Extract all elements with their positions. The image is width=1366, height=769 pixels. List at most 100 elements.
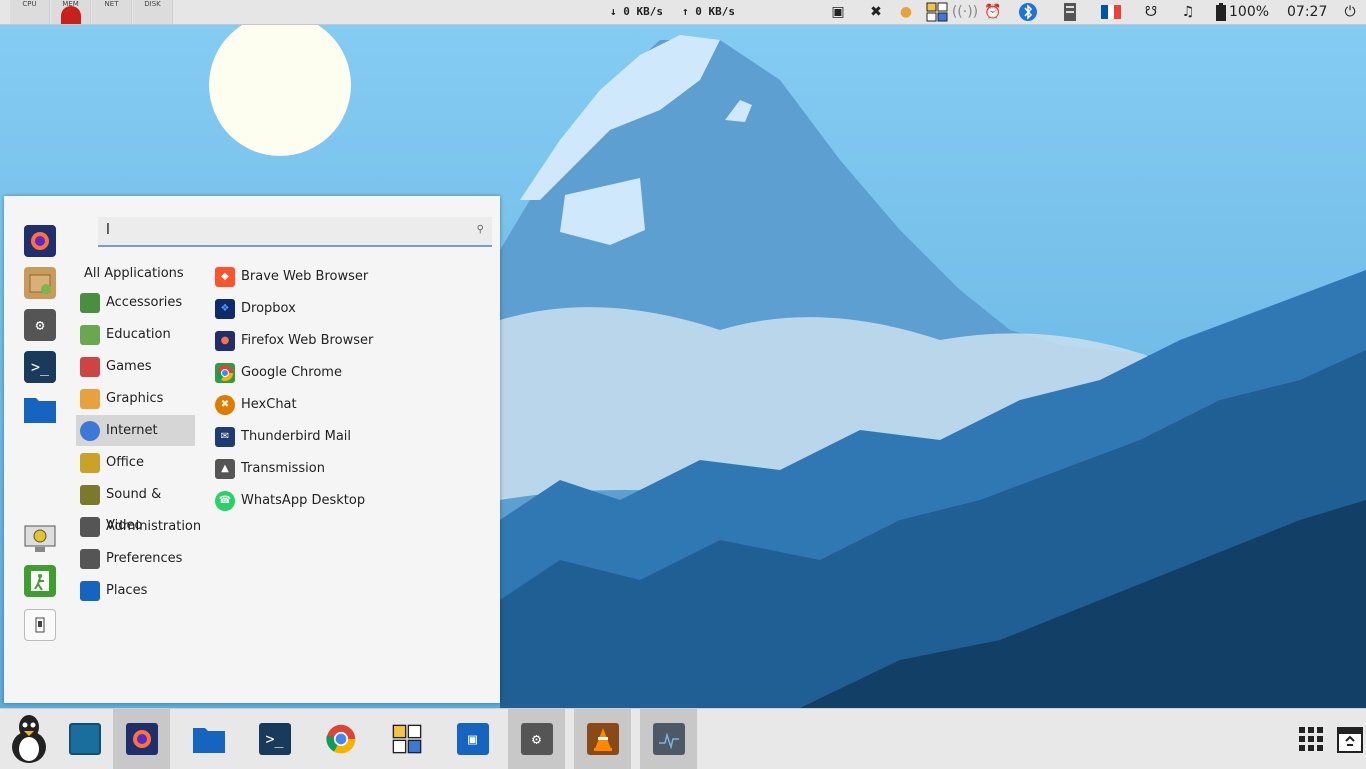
- favorite-settings[interactable]: ⚙: [24, 309, 56, 341]
- alarm-clock-icon[interactable]: ⏰: [982, 2, 1004, 22]
- places-folder-icon: [80, 581, 100, 601]
- mem-graph: [61, 6, 81, 24]
- preferences-gear-icon: [80, 549, 100, 569]
- chrome-icon: [325, 724, 355, 754]
- tux-penguin-icon: [11, 715, 46, 763]
- category-label: Accessories: [106, 295, 183, 310]
- workspace-grid-button[interactable]: [1284, 709, 1338, 769]
- cpu-monitor-label: CPU: [22, 0, 37, 8]
- boxes-icon: [392, 724, 421, 754]
- start-menu-button[interactable]: [0, 709, 57, 769]
- camera-icon: ▣: [456, 723, 489, 755]
- whatsapp-icon: ☎: [215, 491, 235, 511]
- app-label: Transmission: [241, 461, 325, 476]
- shutdown-button[interactable]: [24, 609, 56, 641]
- category-education[interactable]: Education: [76, 319, 195, 350]
- taskbar-firefox[interactable]: [113, 709, 170, 769]
- dropbox-icon: ❖: [215, 299, 235, 319]
- taskbar-show-desktop[interactable]: [56, 709, 113, 769]
- taskbar-camera[interactable]: ▣: [444, 709, 501, 769]
- category-label: Places: [106, 583, 148, 598]
- keyboard-layout-flag-icon[interactable]: [1100, 2, 1122, 22]
- favorite-files[interactable]: [24, 393, 56, 425]
- favorite-terminal[interactable]: >_: [24, 351, 56, 383]
- category-label: Games: [106, 359, 152, 374]
- app-brave[interactable]: ◆ Brave Web Browser: [214, 262, 484, 292]
- search-input[interactable]: [98, 217, 466, 243]
- app-label: Thunderbird Mail: [241, 429, 352, 444]
- xfce-tool-icon[interactable]: ✖: [866, 2, 886, 22]
- category-label: Graphics: [106, 391, 164, 406]
- bulb-icon[interactable]: ●: [896, 2, 916, 22]
- app-thunderbird[interactable]: ✉ Thunderbird Mail: [214, 422, 484, 452]
- brave-icon: ◆: [215, 267, 235, 287]
- lock-screen-button[interactable]: [24, 523, 56, 555]
- power-icon[interactable]: ⏻: [1340, 2, 1360, 22]
- firefox-icon: [125, 723, 158, 755]
- bluetooth-icon[interactable]: [1018, 2, 1038, 22]
- category-internet[interactable]: Internet: [76, 415, 195, 446]
- app-label: Firefox Web Browser: [241, 333, 374, 348]
- category-places[interactable]: Places: [76, 575, 195, 606]
- app-dropbox[interactable]: ❖ Dropbox: [214, 294, 484, 324]
- battery-icon[interactable]: [1214, 2, 1228, 22]
- disk-monitor[interactable]: DISK: [133, 0, 173, 24]
- app-label: Google Chrome: [241, 365, 342, 380]
- net-upload-rate: ↑ 0 KB/s: [682, 5, 735, 18]
- music-icon[interactable]: ♫: [1178, 2, 1198, 22]
- category-graphics[interactable]: Graphics: [76, 383, 195, 414]
- favorite-package-manager[interactable]: [24, 267, 56, 299]
- firefox-icon: ●: [215, 331, 235, 351]
- taskbar-chrome[interactable]: [312, 709, 369, 769]
- category-label: Education: [106, 327, 171, 342]
- category-sound-video[interactable]: Sound & Video: [76, 479, 195, 533]
- category-label: Office: [106, 455, 144, 470]
- clock[interactable]: 07:27: [1287, 4, 1327, 20]
- taskbar-system-monitor[interactable]: [640, 709, 697, 769]
- favorite-firefox[interactable]: [24, 225, 56, 257]
- app-firefox[interactable]: ● Firefox Web Browser: [214, 326, 484, 356]
- trash-button[interactable]: [1334, 709, 1366, 769]
- category-office[interactable]: Office: [76, 447, 195, 478]
- logout-button[interactable]: [24, 565, 56, 597]
- taskbar-boxes-app[interactable]: [378, 709, 435, 769]
- wireless-icon[interactable]: ((·)): [952, 2, 978, 22]
- battery-percent: 100%: [1229, 4, 1270, 20]
- boxes-icon[interactable]: [926, 2, 948, 22]
- category-all-applications[interactable]: All Applications: [84, 266, 184, 281]
- network-icon[interactable]: ☋: [1140, 2, 1162, 22]
- desktop-icon: [68, 723, 101, 755]
- net-monitor[interactable]: NET: [92, 0, 132, 24]
- app-whatsapp[interactable]: ☎ WhatsApp Desktop: [214, 486, 484, 516]
- mem-monitor[interactable]: MEM: [51, 0, 91, 24]
- taskbar-settings[interactable]: ⚙: [508, 709, 565, 769]
- category-administration[interactable]: Administration: [76, 511, 201, 542]
- app-google-chrome[interactable]: Google Chrome: [214, 358, 484, 388]
- administration-gear-icon: [80, 517, 100, 537]
- category-games[interactable]: Games: [76, 351, 195, 382]
- screenshot-icon[interactable]: ▣: [828, 2, 848, 22]
- taskbar-terminal[interactable]: >_: [246, 709, 303, 769]
- system-monitor-icon: [652, 723, 685, 755]
- category-label: Administration: [106, 519, 202, 534]
- taskbar-files[interactable]: [180, 709, 237, 769]
- category-label: Internet: [106, 423, 158, 438]
- search-icon[interactable]: ⚲: [477, 224, 484, 235]
- graphics-icon: [80, 389, 100, 409]
- grid-icon: [1299, 727, 1323, 751]
- accessories-icon: [80, 293, 100, 313]
- taskbar: >_ ▣ ⚙: [0, 708, 1366, 769]
- taskbar-vlc[interactable]: [574, 709, 631, 769]
- category-accessories[interactable]: Accessories: [76, 287, 195, 318]
- cpu-monitor[interactable]: CPU: [10, 0, 50, 24]
- chrome-icon: [215, 363, 235, 383]
- storage-icon[interactable]: [1062, 2, 1078, 22]
- category-preferences[interactable]: Preferences: [76, 543, 195, 574]
- thunderbird-icon: ✉: [215, 427, 235, 447]
- app-transmission[interactable]: ▲ Transmission: [214, 454, 484, 484]
- app-hexchat[interactable]: ✖ HexChat: [214, 390, 484, 420]
- trash-icon: [1337, 727, 1363, 753]
- category-label: Preferences: [106, 551, 183, 566]
- internet-globe-icon: [80, 421, 100, 441]
- education-icon: [80, 325, 100, 345]
